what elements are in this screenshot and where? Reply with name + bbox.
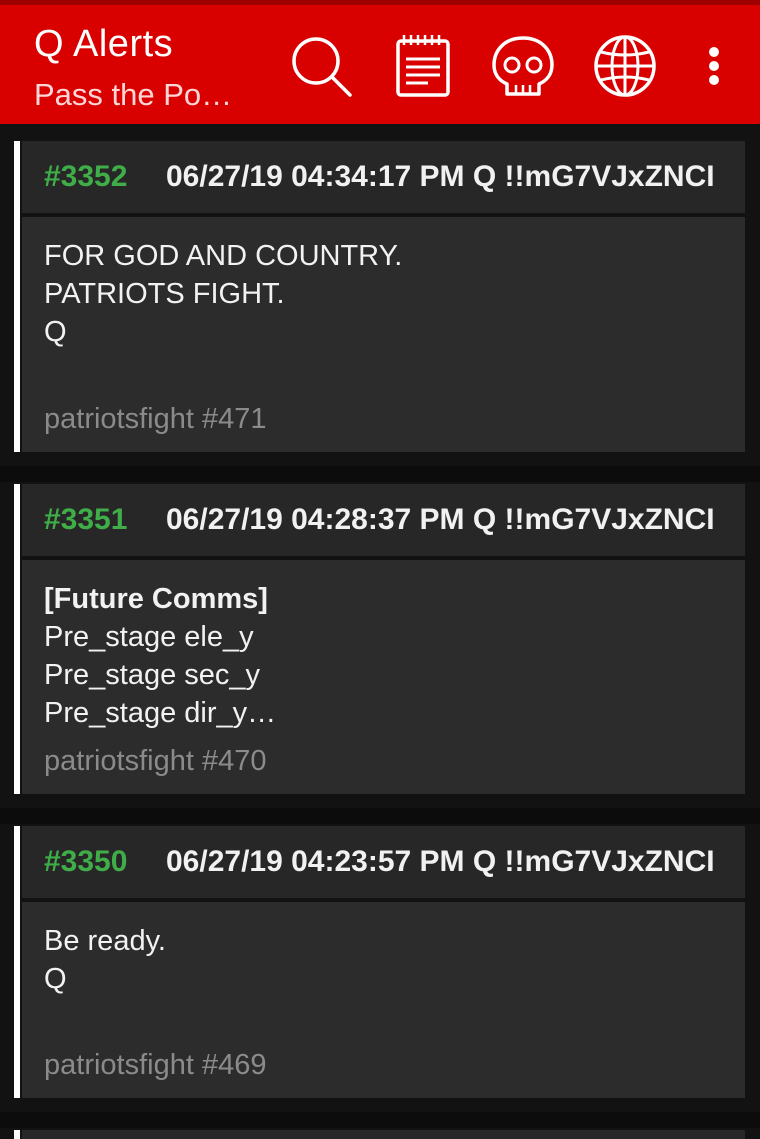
post-meta: 06/27/19 04:28:37 PM Q !!mG7VJxZNCI bbox=[166, 503, 715, 536]
post-body: FOR GOD AND COUNTRY. PATRIOTS FIGHT. Q p… bbox=[22, 217, 745, 452]
post-accent-bar bbox=[14, 141, 20, 452]
app-subtitle: Pass the Po… bbox=[34, 77, 233, 112]
post-number: #3352 bbox=[44, 160, 128, 193]
post-source[interactable]: patriotsfight #471 bbox=[44, 403, 266, 436]
post-header: #3351 06/27/19 04:28:37 PM Q !!mG7VJxZNC… bbox=[22, 484, 745, 556]
post-line: Pre_stage dir_y… bbox=[44, 697, 277, 729]
post-meta: 06/27/19 04:23:57 PM Q !!mG7VJxZNCI bbox=[166, 845, 715, 878]
post-line: PATRIOTS FIGHT. bbox=[44, 278, 285, 310]
post-header: #3350 06/27/19 04:23:57 PM Q !!mG7VJxZNC… bbox=[22, 826, 745, 898]
post-line: Pre_stage ele_y bbox=[44, 621, 254, 653]
post-separator bbox=[0, 466, 760, 482]
post-card-partial[interactable] bbox=[14, 1130, 745, 1139]
post-line: Pre_stage sec_y bbox=[44, 659, 261, 691]
post-accent-bar bbox=[14, 1130, 20, 1139]
post-source[interactable]: patriotsfight #470 bbox=[44, 745, 266, 778]
post-separator bbox=[0, 808, 760, 824]
app-bar: Q Alerts Pass the Po… bbox=[0, 5, 760, 124]
search-icon[interactable] bbox=[288, 33, 354, 99]
globe-icon[interactable] bbox=[592, 33, 658, 99]
post-card[interactable]: #3352 06/27/19 04:34:17 PM Q !!mG7VJxZNC… bbox=[14, 141, 745, 452]
post-accent-bar bbox=[14, 484, 20, 794]
post-line: Q bbox=[44, 963, 67, 995]
post-meta: 06/27/19 04:34:17 PM Q !!mG7VJxZNCI bbox=[166, 160, 715, 193]
post-number: #3350 bbox=[44, 845, 128, 878]
post-line: Be ready. bbox=[44, 925, 166, 957]
post-body: [Future Comms] Pre_stage ele_y Pre_stage… bbox=[22, 560, 745, 794]
overflow-menu-icon[interactable] bbox=[694, 33, 734, 99]
post-card[interactable]: #3350 06/27/19 04:23:57 PM Q !!mG7VJxZNC… bbox=[14, 826, 745, 1098]
post-accent-bar bbox=[14, 826, 20, 1098]
post-header bbox=[22, 1130, 745, 1139]
post-card[interactable]: #3351 06/27/19 04:28:37 PM Q !!mG7VJxZNC… bbox=[14, 484, 745, 794]
post-number: #3351 bbox=[44, 503, 128, 536]
post-separator bbox=[0, 1112, 760, 1128]
post-source[interactable]: patriotsfight #469 bbox=[44, 1049, 266, 1082]
post-header: #3352 06/27/19 04:34:17 PM Q !!mG7VJxZNC… bbox=[22, 141, 745, 213]
post-line: Q bbox=[44, 316, 67, 348]
app-title: Q Alerts bbox=[34, 23, 174, 65]
post-body: Be ready. Q patriotsfight #469 bbox=[22, 902, 745, 1098]
notepad-icon[interactable] bbox=[390, 33, 456, 99]
post-line: FOR GOD AND COUNTRY. bbox=[44, 240, 403, 272]
post-heading: [Future Comms] bbox=[44, 583, 268, 615]
skull-icon[interactable] bbox=[490, 33, 556, 99]
